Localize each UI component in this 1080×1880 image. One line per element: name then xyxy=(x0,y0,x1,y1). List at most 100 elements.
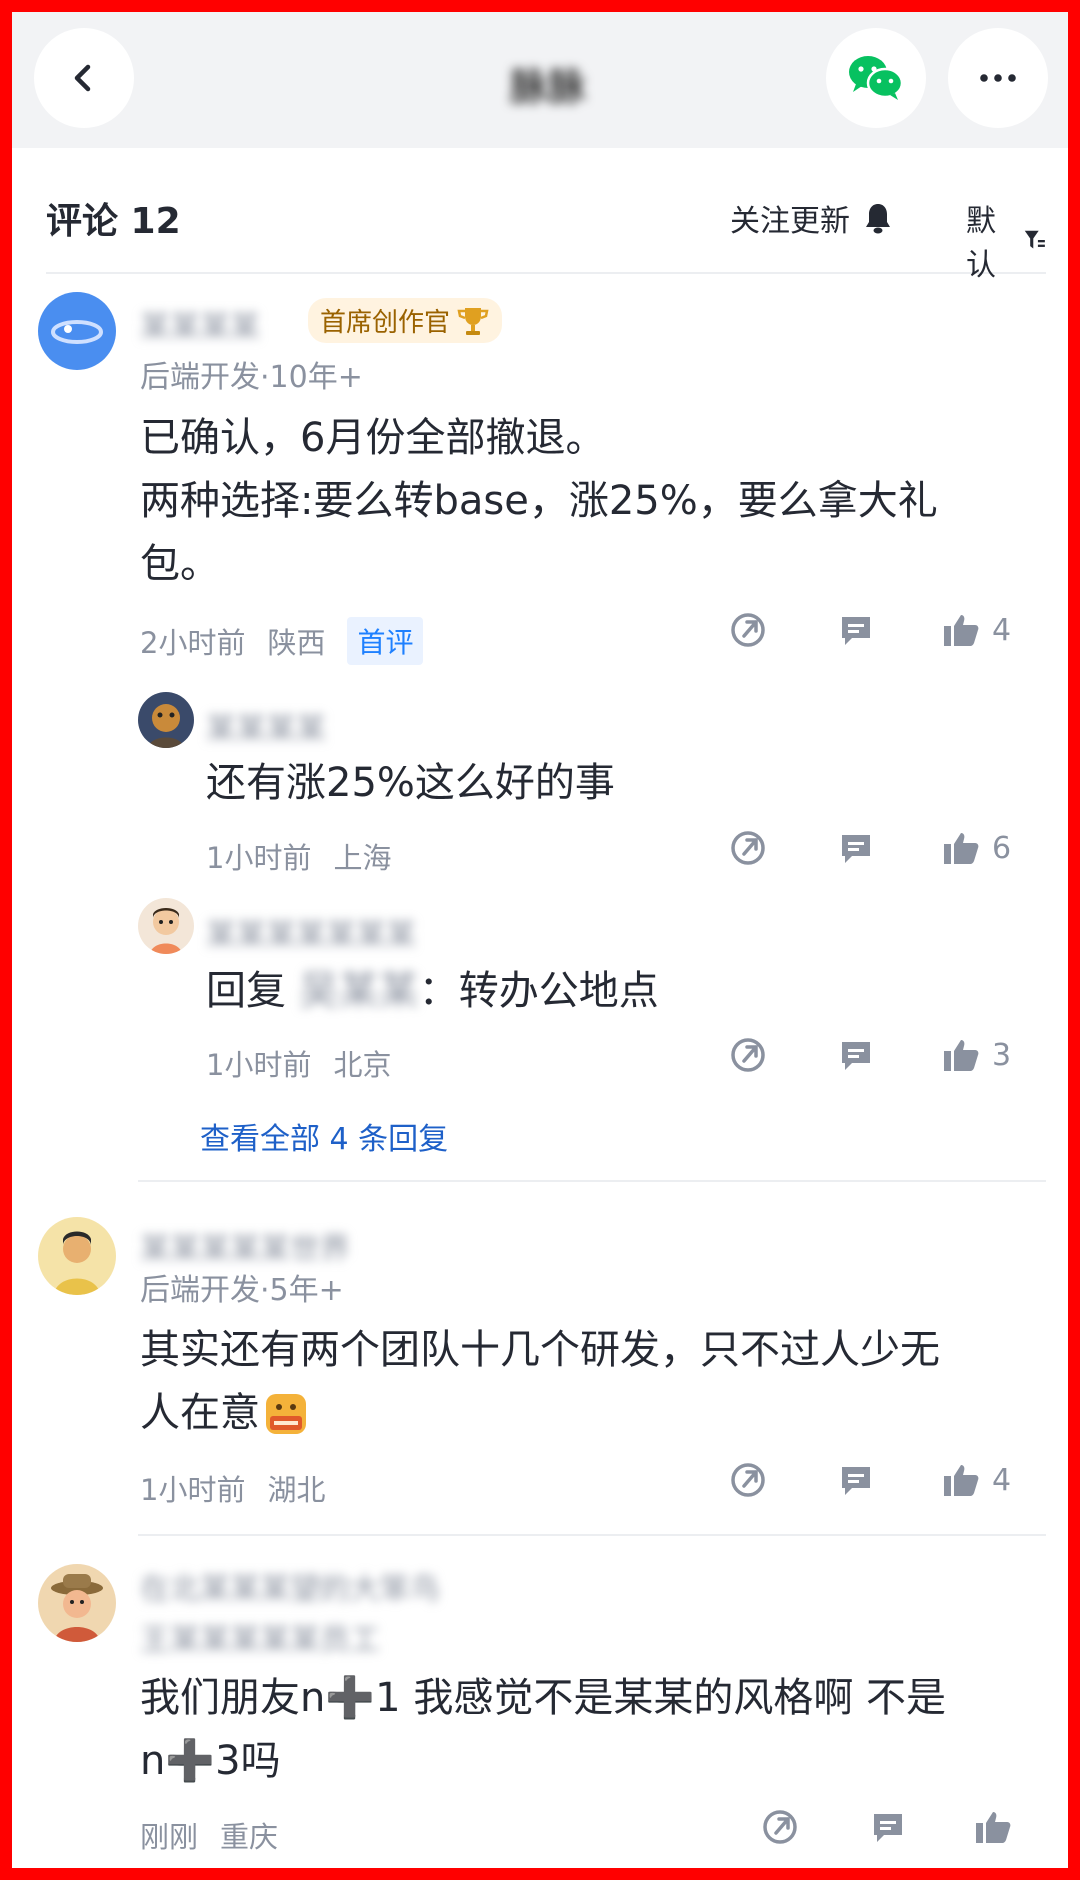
comment-actions: 4 xyxy=(730,1462,1011,1498)
share-button[interactable] xyxy=(730,612,766,648)
reply-prefix: 回复 xyxy=(206,968,286,1014)
reply-icon xyxy=(842,835,870,863)
share-button[interactable] xyxy=(730,1037,766,1073)
follow-updates-button[interactable]: 关注更新 xyxy=(730,196,892,240)
avatar-icon xyxy=(51,320,103,344)
comments-header: 评论 12 关注更新 默认 xyxy=(46,148,1046,283)
reply-username[interactable]: 某某某某 xyxy=(206,704,326,748)
reply-button[interactable] xyxy=(870,1809,906,1845)
avatar-icon xyxy=(150,908,182,954)
comments-count-title: 评论 12 xyxy=(46,201,181,242)
like-button[interactable] xyxy=(974,1809,1024,1845)
more-button[interactable] xyxy=(948,28,1048,128)
reply-icon xyxy=(842,1467,870,1495)
app-frame: 脉脉 评论 12 关注更新 默认 某某某某 首席创作官 后端开发·10年+ 已确… xyxy=(12,12,1068,1868)
avatar[interactable] xyxy=(38,1564,116,1642)
avatar-icon xyxy=(51,1574,103,1642)
creator-badge: 首席创作官 xyxy=(308,298,503,343)
thumbs-up-icon xyxy=(944,1465,979,1496)
like-button[interactable]: 4 xyxy=(942,612,1011,648)
filter-icon xyxy=(1025,230,1046,249)
reply-icon xyxy=(874,1814,902,1842)
thumbs-up-icon xyxy=(976,1812,1011,1843)
like-count: 6 xyxy=(992,830,1012,866)
comment-text-line: 我们朋友n➕1 我感觉不是某某的风格啊 不是 xyxy=(140,1675,947,1721)
comment-username[interactable]: 某某某某某世界 xyxy=(140,1224,350,1268)
comment-actions xyxy=(762,1809,1024,1845)
share-button[interactable] xyxy=(730,830,766,866)
comment-location: 重庆 xyxy=(220,1820,279,1854)
comment-time: 刚刚 xyxy=(140,1820,199,1854)
comment-text-line: 人在意 xyxy=(140,1382,1040,1445)
like-count: 4 xyxy=(992,612,1012,648)
thumbs-up-icon xyxy=(944,1040,979,1071)
reply-username[interactable]: 某某某某某某某 xyxy=(206,910,416,954)
reply-actions: 6 xyxy=(730,830,1011,866)
share-icon xyxy=(731,613,765,647)
comment-username[interactable]: 在北某某某望的大笨鸟 xyxy=(140,1564,440,1608)
avatar-icon xyxy=(148,704,184,748)
thumbs-up-icon xyxy=(944,833,979,864)
comment-time: 2小时前 xyxy=(140,626,246,660)
comment-role: 后端开发·5年+ xyxy=(140,1273,344,1308)
share-icon xyxy=(731,1463,765,1497)
reply-icon xyxy=(842,1042,870,1070)
reply-footer: 1小时前 北京 xyxy=(206,1042,391,1084)
reply-time: 1小时前 xyxy=(206,841,312,875)
view-all-replies-link[interactable]: 查看全部 4 条回复 xyxy=(200,1114,448,1158)
reply-icon xyxy=(842,617,870,645)
first-comment-badge: 首评 xyxy=(347,617,424,665)
comment-time: 1小时前 xyxy=(140,1473,246,1507)
comment-footer: 2小时前 陕西 首评 xyxy=(140,617,424,665)
divider xyxy=(138,1180,1046,1182)
like-button[interactable]: 6 xyxy=(942,830,1011,866)
share-wechat-button[interactable] xyxy=(826,28,926,128)
wechat-icon xyxy=(849,56,904,100)
reply-button[interactable] xyxy=(838,612,874,648)
reply-location: 上海 xyxy=(333,841,392,875)
comment-role: 后端开发·10年+ xyxy=(140,360,363,395)
avatar-icon xyxy=(54,1231,100,1295)
comment-text-line: n➕3吗 xyxy=(140,1738,281,1784)
like-button[interactable]: 3 xyxy=(942,1037,1011,1073)
back-button[interactable] xyxy=(34,28,134,128)
reply-text: 还有涨25%这么好的事 xyxy=(206,760,615,806)
reply-button[interactable] xyxy=(838,1037,874,1073)
like-count: 3 xyxy=(992,1037,1012,1073)
follow-updates-label: 关注更新 xyxy=(730,204,850,239)
reply-avatar[interactable] xyxy=(138,898,194,954)
thumbs-up-icon xyxy=(944,615,979,646)
reply-avatar[interactable] xyxy=(138,692,194,748)
share-icon xyxy=(731,831,765,865)
share-button[interactable] xyxy=(762,1809,798,1845)
reply-button[interactable] xyxy=(838,830,874,866)
comment-location: 陕西 xyxy=(267,626,326,660)
page-title: 脉脉 xyxy=(509,65,586,109)
comment-text-line: 已确认，6月份全部撤退。 xyxy=(140,415,606,461)
reply-body: 转办公地点 xyxy=(458,968,659,1014)
comment-footer: 1小时前 湖北 xyxy=(140,1467,325,1509)
reply-to-username[interactable]: 吴某某 xyxy=(299,968,419,1014)
top-nav-bar: 脉脉 xyxy=(12,12,1068,148)
reply-button[interactable] xyxy=(838,1462,874,1498)
like-button[interactable]: 4 xyxy=(942,1462,1011,1498)
reply-footer: 1小时前 上海 xyxy=(206,835,391,877)
comment-actions: 4 xyxy=(730,612,1011,648)
more-icon xyxy=(980,74,1016,82)
comment-location: 湖北 xyxy=(267,1473,326,1507)
comment-text-line: 其实还有两个团队十几个研发，只不过人少无 xyxy=(140,1327,940,1373)
like-count: 4 xyxy=(992,1462,1012,1498)
share-icon xyxy=(731,1038,765,1072)
bell-icon xyxy=(866,204,890,234)
creator-badge-label: 首席创作官 xyxy=(320,308,451,338)
avatar[interactable] xyxy=(38,1217,116,1295)
share-button[interactable] xyxy=(730,1462,766,1498)
comment-footer: 刚刚 重庆 xyxy=(140,1814,278,1856)
sort-button[interactable]: 默认 xyxy=(966,196,1046,284)
avatar[interactable] xyxy=(38,292,116,370)
share-icon xyxy=(763,1810,797,1844)
sort-label: 默认 xyxy=(966,204,996,283)
reply-actions: 3 xyxy=(730,1037,1011,1073)
reply-location: 北京 xyxy=(333,1048,392,1082)
comment-username[interactable]: 某某某某 xyxy=(140,302,300,346)
